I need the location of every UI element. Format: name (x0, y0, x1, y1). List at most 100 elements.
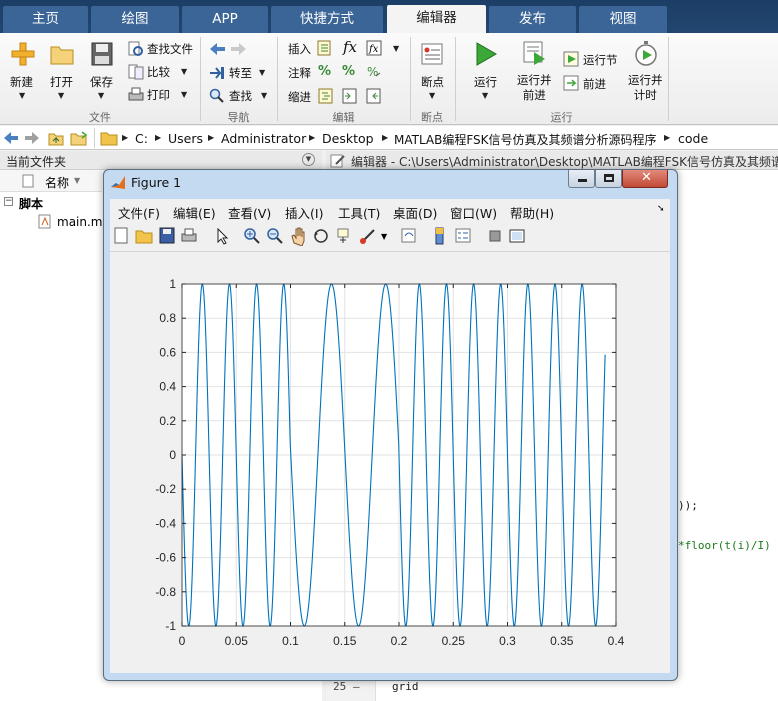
hide-plot-tools-icon[interactable] (486, 226, 504, 246)
run-label: 运行 (474, 75, 497, 89)
new-figure-icon[interactable] (112, 226, 130, 246)
breadcrumb-desktop[interactable]: Desktop (322, 131, 374, 146)
data-cursor-icon[interactable] (335, 226, 353, 246)
zoom-out-icon[interactable] (265, 226, 283, 246)
menu-desktop[interactable]: 桌面(D) (393, 203, 437, 222)
rotate-3d-icon[interactable] (312, 226, 330, 246)
find-button[interactable]: 查找 ▼ (207, 87, 273, 105)
smart-indent-icon[interactable] (318, 88, 334, 104)
x-tick-label: 0.3 (499, 634, 516, 648)
legend-icon[interactable] (454, 226, 472, 246)
x-tick-label: 0.35 (550, 634, 574, 648)
link-plot-icon[interactable] (400, 226, 418, 246)
uncomment-percent-icon[interactable]: % (342, 64, 355, 79)
tab-editor[interactable]: 编辑器 (387, 5, 486, 33)
run-time-button[interactable]: 运行并 计时 (625, 37, 667, 107)
chevron-down-icon[interactable]: ▼ (381, 232, 387, 241)
up-folder-icon[interactable] (48, 130, 64, 146)
run-button[interactable]: 运行 ▼ (466, 37, 506, 103)
print-figure-icon[interactable] (180, 226, 198, 246)
name-column-header[interactable]: 名称 (45, 174, 69, 191)
code-fragment[interactable]: *floor(t(i)/I) (678, 539, 771, 552)
run-advance-button[interactable]: 运行并 前进 (513, 37, 557, 107)
compare-label: 比较 (147, 65, 170, 79)
tab-apps[interactable]: APP (182, 6, 268, 33)
x-tick-label: 0.2 (391, 634, 408, 648)
zoom-in-icon[interactable] (242, 226, 260, 246)
advance-button[interactable]: 前进 (562, 73, 622, 93)
increase-indent-icon[interactable] (342, 88, 358, 104)
brush-icon[interactable] (358, 226, 376, 246)
chevron-down-icon: ▼ (98, 91, 105, 100)
tab-shortcuts[interactable]: 快捷方式 (271, 6, 383, 33)
matlab-logo-icon (111, 176, 125, 189)
menu-edit[interactable]: 编辑(E) (173, 203, 216, 222)
y-tick-label: 0.4 (159, 380, 176, 394)
compare-button[interactable]: 比较 ▼ (127, 63, 191, 81)
tab-publish[interactable]: 发布 (489, 6, 576, 33)
code-fragment[interactable]: )); (678, 499, 698, 512)
new-button[interactable]: 新建 ▼ (6, 37, 40, 103)
figure-title: Figure 1 (131, 175, 182, 190)
find-label: 查找 (229, 89, 252, 103)
breadcrumb-drive[interactable]: C: (135, 131, 148, 146)
x-tick-label: 0.1 (282, 634, 299, 648)
save-figure-icon[interactable] (158, 226, 176, 246)
current-folder-title-bar: 当前文件夹 ▼ (0, 151, 322, 170)
tab-home[interactable]: 主页 (3, 6, 88, 33)
breakpoints-button[interactable]: 断点 ▼ (414, 37, 452, 103)
colorbar-icon[interactable] (431, 226, 449, 246)
panel-actions-icon[interactable]: ▼ (302, 153, 315, 166)
menu-file[interactable]: 文件(F) (118, 203, 160, 222)
wrap-comment-icon[interactable]: % (366, 64, 382, 80)
open-file-icon[interactable] (135, 226, 153, 246)
close-button[interactable]: ✕ (622, 170, 668, 188)
insert-function-icon[interactable]: fx (366, 40, 382, 56)
insert-label[interactable]: 插入 (288, 41, 311, 57)
breadcrumb-project[interactable]: MATLAB编程FSK信号仿真及其频谱分析源码程序 (394, 131, 657, 148)
browse-folder-icon[interactable] (70, 130, 88, 146)
save-button[interactable]: 保存 ▼ (84, 37, 120, 103)
breadcrumb-administrator[interactable]: Administrator (221, 131, 306, 146)
indent-label[interactable]: 缩进 (288, 89, 311, 105)
y-tick-label: 0.8 (159, 311, 176, 325)
back-forward-icon[interactable] (208, 42, 248, 56)
breadcrumb-users[interactable]: Users (168, 131, 203, 146)
file-main-m[interactable]: main.m (57, 215, 103, 229)
pointer-icon[interactable] (213, 226, 231, 246)
menu-view[interactable]: 查看(V) (228, 203, 271, 222)
chevron-down-icon[interactable]: ▼ (393, 44, 399, 53)
open-button[interactable]: 打开 ▼ (44, 37, 80, 103)
maximize-button[interactable] (595, 170, 622, 188)
collapse-toggle-icon[interactable]: − (4, 197, 13, 206)
close-icon: ✕ (641, 170, 652, 185)
run-section-button[interactable]: 运行节 (562, 49, 622, 69)
tab-view[interactable]: 视图 (579, 6, 667, 33)
magnifier-icon (209, 88, 224, 103)
dock-arrow-icon[interactable]: ➘ (657, 204, 665, 214)
menu-help[interactable]: 帮助(H) (510, 203, 554, 222)
menu-tools[interactable]: 工具(T) (338, 203, 380, 222)
line-plot[interactable]: 0 0.05 0.1 0.15 0.2 0.25 0.3 0.35 0.4 1 0.8 0.6 0.4 0… (110, 252, 670, 673)
fx-icon[interactable]: fx (343, 38, 357, 56)
maximize-icon (604, 174, 614, 182)
comment-percent-icon[interactable]: % (318, 64, 331, 79)
goto-button[interactable]: 转至 ▼ (207, 64, 273, 82)
insert-section-icon[interactable] (317, 40, 333, 56)
back-forward-nav-icon[interactable] (3, 131, 43, 145)
decrease-indent-icon[interactable] (366, 88, 382, 104)
breadcrumb-separator-icon: ▶ (309, 133, 316, 142)
find-files-button[interactable]: 查找文件 (127, 40, 195, 58)
comment-label[interactable]: 注释 (288, 65, 311, 81)
run-group-label: 运行 (550, 111, 573, 124)
show-plot-tools-icon[interactable] (508, 226, 526, 246)
menu-insert[interactable]: 插入(I) (285, 203, 323, 222)
pan-hand-icon[interactable] (289, 226, 307, 246)
editor-title-bar: 编辑器 - C:\Users\Administrator\Desktop\MAT… (326, 151, 778, 170)
menu-window[interactable]: 窗口(W) (450, 203, 497, 222)
tab-plots[interactable]: 绘图 (91, 6, 179, 33)
breadcrumb-code[interactable]: code (678, 131, 708, 146)
minimize-button[interactable] (568, 170, 595, 188)
code-line-grid[interactable]: grid (392, 680, 419, 693)
print-button[interactable]: 打印 ▼ (127, 86, 191, 104)
